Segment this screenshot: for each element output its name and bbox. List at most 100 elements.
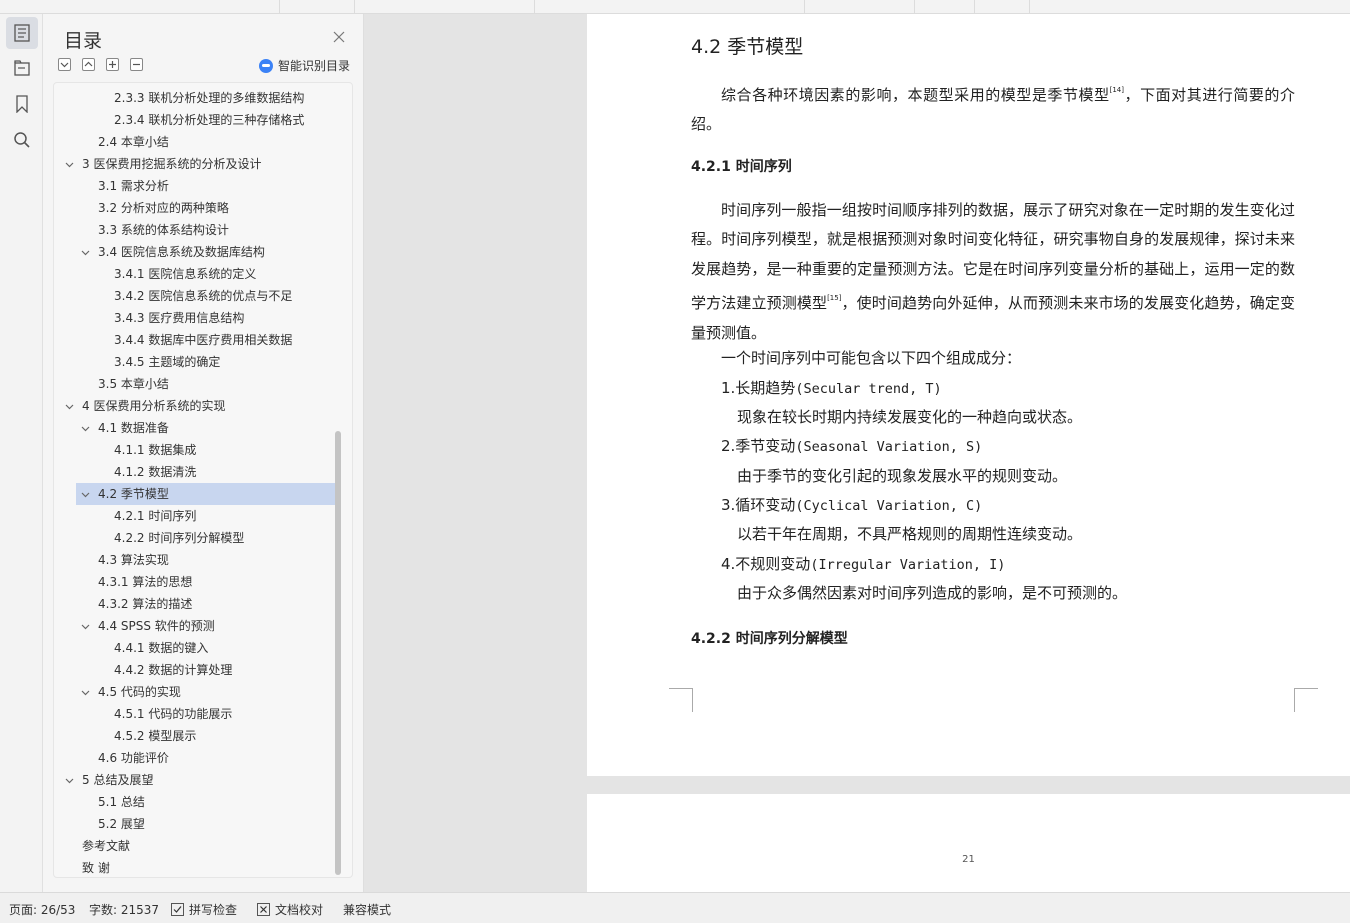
toc-item-label: 4.2 季节模型 [98, 487, 169, 501]
toc-item[interactable]: 4.3.1 算法的思想 [54, 571, 336, 593]
toc-item[interactable]: 致 谢 [54, 857, 336, 877]
toc-panel: 目录 智能识别目录 2.3.3 联机分析处理的多维数据结构 2.3.4 联机分析处… [43, 14, 364, 892]
components-intro: 一个时间序列中可能包含以下四个组成成分： [721, 349, 1022, 367]
compat-mode-indicator: 兼容模式 [343, 903, 392, 917]
status-bar: 页面: 26/53 字数: 21537 拼写检查 文档校对 兼容模式 [0, 892, 1350, 923]
toc-panel-button[interactable] [6, 17, 38, 49]
toc-item[interactable]: 4.4.1 数据的键入 [54, 637, 336, 659]
toc-item[interactable]: 3.4.4 数据库中医疗费用相关数据 [54, 329, 336, 351]
close-icon [333, 31, 345, 43]
chevron-down-icon[interactable] [65, 160, 74, 169]
toc-item-label: 4.1.1 数据集成 [114, 443, 197, 457]
toc-item[interactable]: 3.1 需求分析 [54, 175, 336, 197]
navigation-panel-button[interactable] [6, 52, 38, 84]
page-number: 21 [962, 854, 975, 865]
close-toc-button[interactable] [332, 29, 348, 45]
toc-item[interactable]: 4.6 功能评价 [54, 747, 336, 769]
toc-scrollbar[interactable] [335, 431, 341, 875]
citation-ref[interactable]: [14] [1110, 86, 1124, 94]
component-name: 3.循环变动 [721, 496, 796, 514]
toc-item[interactable]: 3.4.5 主题域的确定 [54, 351, 336, 373]
component-title: 1.长期趋势(Secular trend, T) [721, 377, 942, 398]
add-heading-button[interactable] [106, 58, 119, 71]
toc-item[interactable]: 3.4.1 医院信息系统的定义 [54, 263, 336, 285]
toc-item[interactable]: 3.4 医院信息系统及数据库结构 [54, 241, 336, 263]
toc-item[interactable]: 4.1.1 数据集成 [54, 439, 336, 461]
component-desc: 由于季节的变化引起的现象发展水平的规则变动。 [737, 467, 1068, 485]
toc-item[interactable]: 参考文献 [54, 835, 336, 857]
toc-item[interactable]: 4.1.2 数据清洗 [54, 461, 336, 483]
toc-item-label: 3.4.4 数据库中医疗费用相关数据 [114, 333, 293, 347]
toc-item-label: 5.2 展望 [98, 817, 145, 831]
component-name: 4.不规则变动 [721, 555, 811, 573]
document-page: 4.2 季节模型 综合各种环境因素的影响，本题型采用的模型是季节模型[14]，下… [587, 14, 1350, 776]
page-indicator[interactable]: 页面: 26/53 [9, 901, 75, 918]
component-term: (Seasonal Variation, S) [795, 439, 983, 455]
toc-item[interactable]: 5 总结及展望 [54, 769, 336, 791]
toc-item-label: 3.4.2 医院信息系统的优点与不足 [114, 289, 293, 303]
toc-item-label: 2.4 本章小结 [98, 135, 169, 149]
toc-item[interactable]: 3.4.2 医院信息系统的优点与不足 [54, 285, 336, 307]
toc-item-label: 4.5 代码的实现 [98, 685, 181, 699]
toc-item-label: 3.1 需求分析 [98, 179, 169, 193]
toc-item[interactable]: 3.4.3 医疗费用信息结构 [54, 307, 336, 329]
toc-item[interactable]: 3.2 分析对应的两种策略 [54, 197, 336, 219]
toc-item[interactable]: 3.3 系统的体系结构设计 [54, 219, 336, 241]
toc-item[interactable]: 4.2.2 时间序列分解模型 [54, 527, 336, 549]
toc-item-label: 4.2.1 时间序列 [114, 509, 197, 523]
toc-tree: 2.3.3 联机分析处理的多维数据结构 2.3.4 联机分析处理的三种存储格式 2.… [53, 82, 353, 878]
expand-all-button[interactable] [82, 58, 95, 71]
remove-heading-button[interactable] [130, 58, 143, 71]
search-panel-button[interactable] [6, 124, 38, 156]
intro-paragraph: 综合各种环境因素的影响，本题型采用的模型是季节模型[14]，下面对其进行简要的介… [691, 76, 1295, 140]
chevron-down-icon[interactable] [81, 490, 90, 499]
toc-item-label: 3.4.3 医疗费用信息结构 [114, 311, 245, 325]
collapse-all-button[interactable] [58, 58, 71, 71]
toc-item[interactable]: 4.3 算法实现 [54, 549, 336, 571]
toc-item-label: 3.4.1 医院信息系统的定义 [114, 267, 257, 281]
toc-item[interactable]: 3 医保费用挖掘系统的分析及设计 [54, 153, 336, 175]
toolbar-strip [0, 0, 1350, 14]
doc-proof-button[interactable]: 文档校对 [257, 901, 323, 918]
chevron-down-icon[interactable] [81, 424, 90, 433]
chevron-down-icon[interactable] [65, 776, 74, 785]
chevron-down-icon[interactable] [81, 248, 90, 257]
toc-item-label: 3.3 系统的体系结构设计 [98, 223, 229, 237]
word-count[interactable]: 字数: 21537 [89, 901, 159, 918]
toc-item[interactable]: 4.5.2 模型展示 [54, 725, 336, 747]
toc-item-label: 3.5 本章小结 [98, 377, 169, 391]
chevron-up-icon [84, 61, 93, 67]
toc-item[interactable]: 5.1 总结 [54, 791, 336, 813]
toc-item[interactable]: 2.3.3 联机分析处理的多维数据结构 [54, 87, 336, 109]
toc-item[interactable]: 3.5 本章小结 [54, 373, 336, 395]
chevron-down-icon[interactable] [65, 402, 74, 411]
chevron-down-icon[interactable] [81, 688, 90, 697]
toc-item[interactable]: 4.4 SPSS 软件的预测 [54, 615, 336, 637]
toolbar-segment [355, 0, 535, 14]
plus-icon [109, 61, 116, 68]
toc-item-label: 4.3 算法实现 [98, 553, 169, 567]
toc-item[interactable]: 4.4.2 数据的计算处理 [54, 659, 336, 681]
chevron-down-icon[interactable] [81, 622, 90, 631]
toc-item[interactable]: 4 医保费用分析系统的实现 [54, 395, 336, 417]
minus-icon [133, 63, 140, 66]
toc-item[interactable]: 4.2.1 时间序列 [54, 505, 336, 527]
toc-item-label: 2.3.4 联机分析处理的三种存储格式 [114, 113, 305, 127]
toc-item-label: 5.1 总结 [98, 795, 145, 809]
toc-item[interactable]: 4.2 季节模型 [76, 483, 336, 505]
toolbar-segment [0, 0, 280, 14]
toc-item[interactable]: 4.3.2 算法的描述 [54, 593, 336, 615]
toc-item-label: 参考文献 [82, 839, 131, 853]
toc-list: 2.3.3 联机分析处理的多维数据结构 2.3.4 联机分析处理的三种存储格式 2.… [54, 87, 336, 877]
toc-item[interactable]: 5.2 展望 [54, 813, 336, 835]
spell-check-button[interactable]: 拼写检查 [171, 901, 237, 918]
toc-item[interactable]: 4.1 数据准备 [54, 417, 336, 439]
citation-ref[interactable]: [15] [827, 294, 841, 302]
toc-item[interactable]: 2.4 本章小结 [54, 131, 336, 153]
bookmark-panel-button[interactable] [6, 88, 38, 120]
toc-item[interactable]: 4.5.1 代码的功能展示 [54, 703, 336, 725]
toc-item[interactable]: 4.5 代码的实现 [54, 681, 336, 703]
smart-toc-button[interactable]: 智能识别目录 [259, 57, 350, 74]
toc-item[interactable]: 2.3.4 联机分析处理的三种存储格式 [54, 109, 336, 131]
page-margin-corner [669, 688, 693, 712]
